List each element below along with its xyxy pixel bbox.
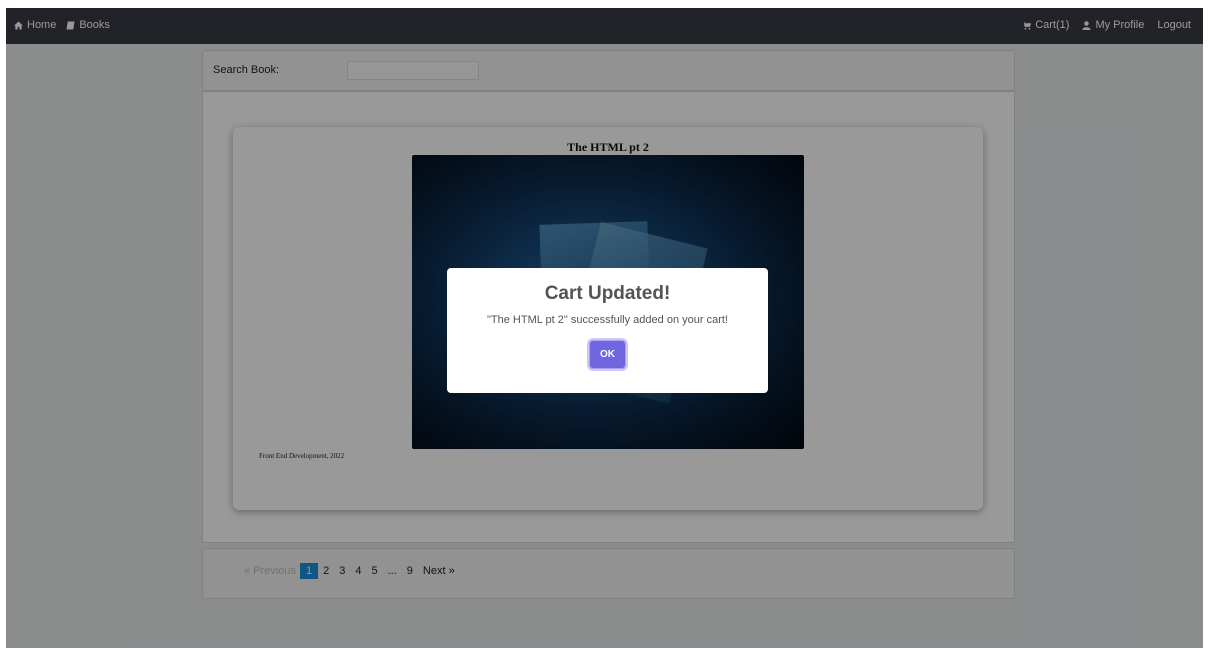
dialog-message: "The HTML pt 2" successfully added on yo… <box>487 314 728 326</box>
dialog-title: Cart Updated! <box>544 283 671 304</box>
cart-updated-dialog: Cart Updated! "The HTML pt 2" successful… <box>447 268 768 393</box>
ok-button[interactable]: OK <box>589 340 626 369</box>
app-frame: Home Books Cart(1) My Profile Logout Sea… <box>6 8 1203 648</box>
